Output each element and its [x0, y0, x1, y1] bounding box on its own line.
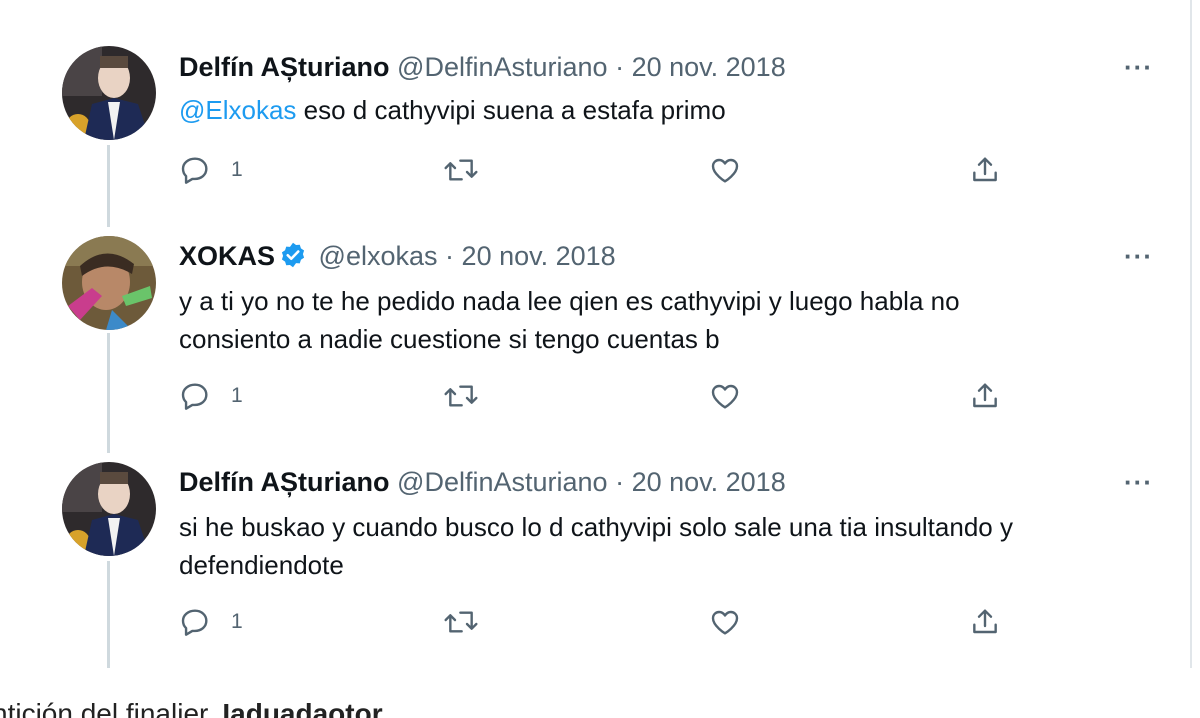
- share-button[interactable]: [969, 606, 1001, 638]
- tweet-actions: 1: [179, 606, 1019, 646]
- share-icon: [973, 609, 997, 634]
- tweet[interactable]: Delfín AȘturiano @DelfinAsturiano · 20 n…: [0, 0, 1190, 668]
- tweet-text: si he buskao y cuando busco lo d cathyvi…: [179, 508, 1139, 584]
- tweet-thread: Delfín AȘturiano @DelfinAsturiano · 20 n…: [0, 0, 1192, 668]
- reply-button[interactable]: 1: [179, 606, 243, 638]
- author-handle[interactable]: @DelfinAsturiano: [397, 467, 608, 497]
- caption-text: ntición del finalier,: [0, 698, 223, 718]
- frame-border: [1190, 0, 1192, 668]
- caption-bold-text: Iaduadaotor: [222, 698, 383, 718]
- more-icon[interactable]: ···: [1124, 467, 1153, 498]
- retweet-button[interactable]: [443, 606, 479, 638]
- tweet-header: Delfín AȘturiano @DelfinAsturiano · 20 n…: [179, 467, 786, 498]
- reply-icon: [181, 609, 208, 636]
- retweet-icon: [444, 611, 478, 633]
- like-icon: [711, 610, 739, 635]
- tweet-date[interactable]: 20 nov. 2018: [632, 467, 786, 497]
- avatar[interactable]: [62, 462, 156, 556]
- like-button[interactable]: [709, 606, 741, 638]
- reply-count: 1: [231, 610, 243, 633]
- author-name[interactable]: Delfín AȘturiano: [179, 467, 390, 497]
- article-caption: ntición del finalier, Iaduadaotor: [0, 696, 1200, 718]
- tweet-text-line: si he buskao y cuando busco lo d cathyvi…: [179, 512, 1013, 542]
- separator-dot: ·: [615, 467, 625, 497]
- tweet-text-line: defendiendote: [179, 550, 344, 580]
